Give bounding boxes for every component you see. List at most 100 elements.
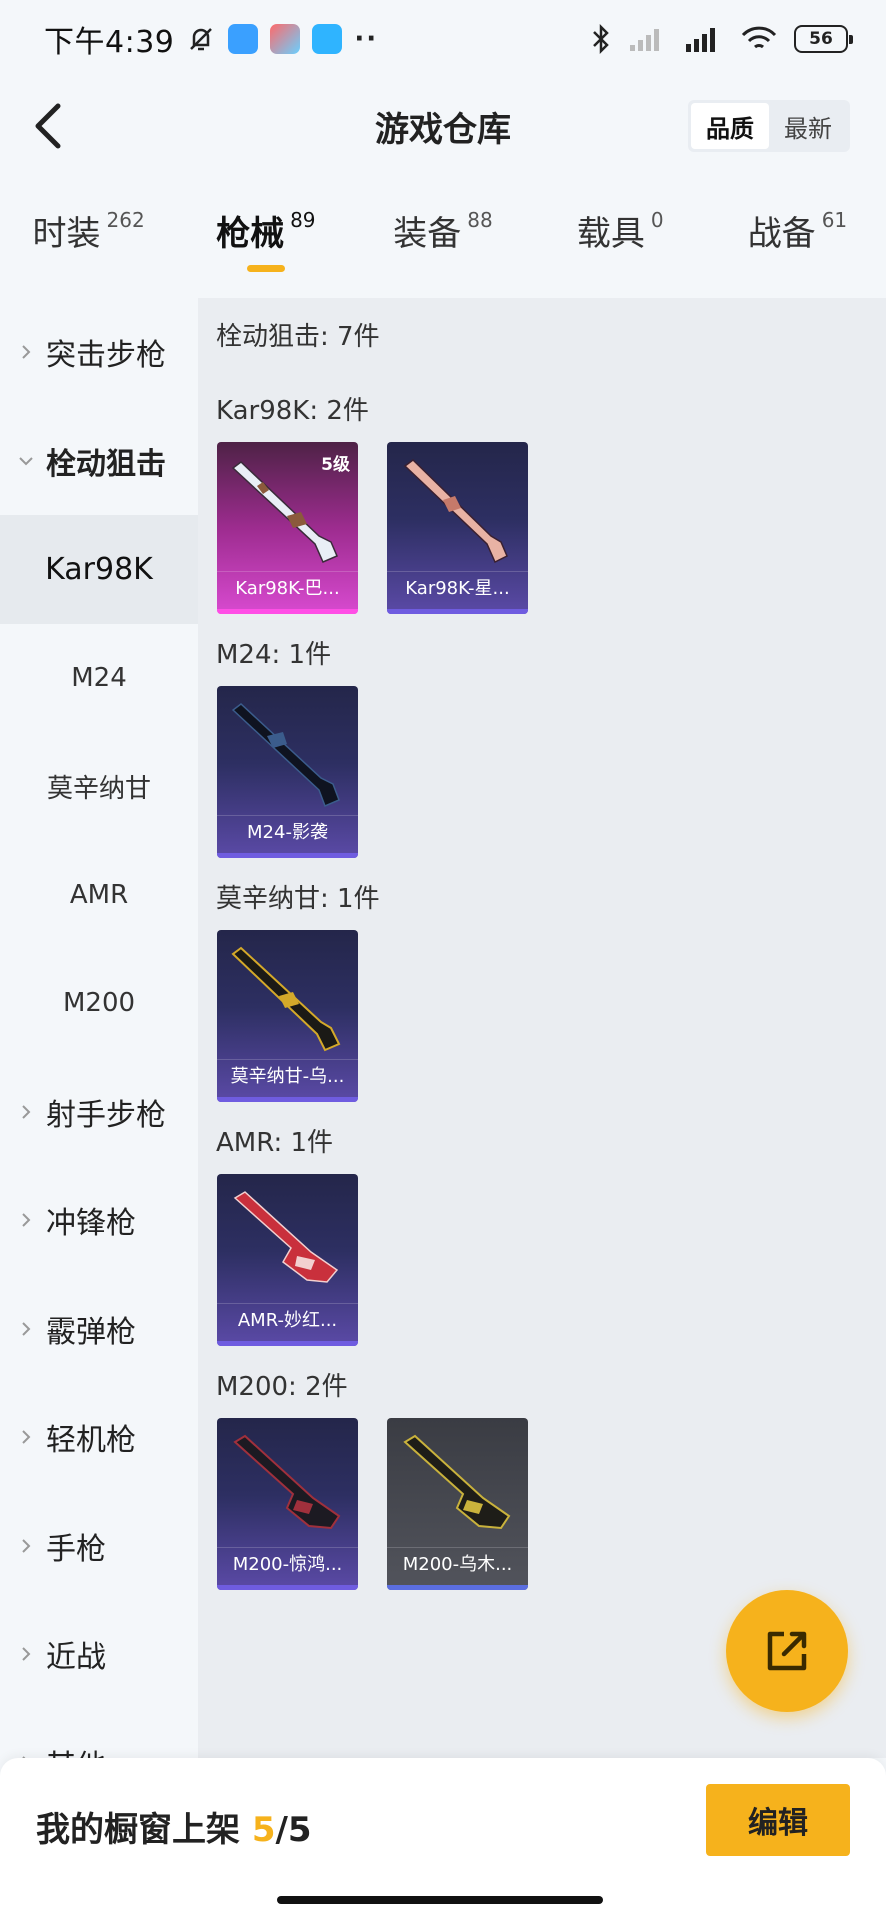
rifle-skin-icon [231,946,341,1052]
rarity-bar [217,853,358,858]
status-time: 下午4:39 [44,25,175,60]
weapon-card[interactable]: M200-惊鸿... [217,1418,358,1590]
section-title-m24: M24: 1件 [216,640,332,670]
sidebar-item-m200[interactable]: M200 [0,949,198,1058]
sidebar-item-other[interactable]: 其他 [0,1709,198,1758]
sidebar-item-bolt-action-sniper[interactable]: 栓动狙击 [0,407,198,516]
weapon-card-name: M24-影袭 [247,822,328,843]
back-button[interactable] [20,98,76,154]
sort-quality-option[interactable]: 品质 [691,103,769,149]
chevron-right-icon [22,1539,31,1553]
more-notifications: ·· [354,24,379,54]
weapon-card[interactable]: AMR-妙红... [217,1174,358,1346]
weapon-card[interactable]: 莫辛纳甘-乌... [217,930,358,1102]
signal-icon [630,29,659,51]
sidebar-item-marksman-rifle[interactable]: 射手步枪 [0,1058,198,1167]
mute-bell-icon [190,28,213,51]
sidebar-item-label: 轻机枪 [46,1423,136,1459]
tab-label: 枪械 [216,214,285,254]
status-bar: 下午4:39 ·· 56 [0,0,886,78]
sidebar-item-label: M24 [71,662,127,693]
tab-vehicles[interactable]: 载具 0 [532,206,709,296]
tab-count: 61 [821,208,848,232]
home-indicator[interactable] [277,1896,603,1904]
showcase-label: 我的橱窗上架 [36,1810,240,1850]
showcase-total-count: /5 [275,1810,312,1850]
card-divider [217,1303,358,1304]
back-arrow-icon [35,103,61,149]
sidebar-item-kar98k[interactable]: Kar98K [0,515,198,624]
sidebar-item-label: 其他 [46,1741,106,1758]
sidebar-item-amr[interactable]: AMR [0,841,198,950]
sidebar-item-pistol[interactable]: 手枪 [0,1492,198,1601]
tab-label: 战备 [747,214,816,254]
rarity-bar [387,609,528,614]
wallet-app-icon [228,24,259,54]
sidebar-item-label: 栓动狙击 [46,446,166,482]
sidebar-item-label: 突击步枪 [46,338,166,374]
weapon-card-name: Kar98K-星... [405,578,510,599]
sidebar-item-shotgun[interactable]: 霰弹枪 [0,1275,198,1384]
section-title-amr: AMR: 1件 [216,1128,334,1158]
tab-firearms[interactable]: 枪械 89 [177,206,354,296]
rarity-bar [217,1341,358,1346]
weapon-card-name: M200-惊鸿... [232,1554,343,1575]
app-header: 游戏仓库 品质 最新 [0,78,886,174]
card-divider [217,571,358,572]
hd-signal-icon [686,28,715,52]
sidebar-item-assault-rifle[interactable]: 突击步枪 [0,298,198,407]
share-button[interactable] [726,1590,848,1712]
tab-count: 262 [106,208,145,232]
weapon-card[interactable]: M24-影袭 [217,686,358,858]
sidebar-item-label: 近战 [46,1640,106,1676]
rifle-skin-icon [231,703,340,807]
chevron-down-icon [19,457,33,466]
weapon-type-sidebar: 突击步枪 栓动狙击 Kar98K M24 莫辛纳甘 AMR M200 射手步枪 … [0,298,198,1758]
page-title: 游戏仓库 [375,109,511,150]
weapon-card[interactable]: M200-乌木... [387,1418,528,1590]
edit-button[interactable]: 编辑 [706,1784,850,1856]
category-tabs: 时装 262 枪械 89 装备 88 载具 0 战备 61 [0,206,886,296]
tab-gear[interactable]: 战备 61 [709,206,886,296]
section-title-m200: M200: 2件 [216,1372,348,1402]
sidebar-item-lmg[interactable]: 轻机枪 [0,1383,198,1492]
chevron-right-icon [22,1647,31,1661]
sidebar-item-mosin-nagant[interactable]: 莫辛纳甘 [0,732,198,841]
weapon-card-name: Kar98K-巴... [235,578,340,599]
tab-count: 88 [467,208,493,232]
sidebar-item-smg[interactable]: 冲锋枪 [0,1166,198,1275]
chevron-right-icon [22,1213,31,1227]
tab-fashion[interactable]: 时装 262 [0,206,177,296]
chat-app-icon [312,24,343,54]
weapon-card[interactable]: 5级 Kar98K-巴... [217,442,358,614]
tab-count: 89 [290,208,316,232]
card-divider [217,1547,358,1548]
wifi-icon [741,26,777,49]
weapon-card-name: 莫辛纳甘-乌... [230,1066,345,1087]
section-title-mosin-nagant: 莫辛纳甘: 1件 [216,884,380,914]
card-divider [217,1059,358,1060]
sidebar-item-label: 冲锋枪 [46,1206,136,1242]
tab-label: 时装 [32,214,101,254]
card-divider [387,571,528,572]
card-divider [387,1547,528,1548]
sort-newest-option[interactable]: 最新 [769,103,847,149]
chevron-right-icon [22,1430,31,1444]
sidebar-item-m24[interactable]: M24 [0,624,198,733]
sort-toggle: 品质 最新 [688,100,850,152]
rarity-bar [387,1585,528,1590]
sidebar-item-label: Kar98K [45,551,153,587]
sidebar-item-label: 霰弹枪 [46,1314,136,1350]
tab-equipment[interactable]: 装备 88 [354,206,531,296]
chevron-right-icon [22,1105,31,1119]
category-summary: 栓动狙击: 7件 [216,322,380,352]
sidebar-item-label: 莫辛纳甘 [46,773,151,804]
rifle-skin-icon [403,1434,511,1530]
sidebar-item-label: AMR [69,879,129,910]
chevron-right-icon [22,345,31,359]
weapon-card[interactable]: Kar98K-星... [387,442,528,614]
rarity-bar [217,1097,358,1102]
battery-indicator: 56 [794,25,853,53]
rifle-skin-icon [233,1191,339,1283]
sidebar-item-melee[interactable]: 近战 [0,1600,198,1709]
